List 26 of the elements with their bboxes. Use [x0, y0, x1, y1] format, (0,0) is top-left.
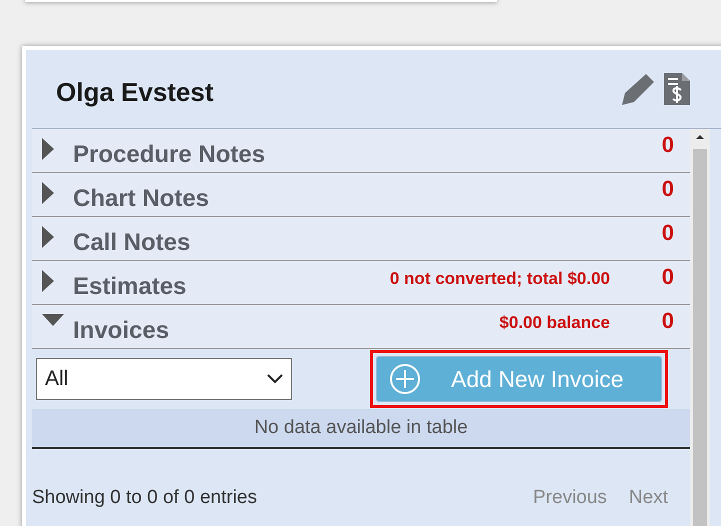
empty-table-message: No data available in table: [32, 409, 690, 449]
section-summary: 0 not converted; total $0.00: [390, 269, 610, 289]
section-summary: $0.00 balance: [499, 313, 610, 333]
caret-right-icon: [42, 182, 56, 204]
section-header[interactable]: Call Notes 0: [32, 217, 690, 261]
chevron-down-icon: [267, 374, 283, 384]
section-count: 0: [662, 176, 674, 202]
section-header[interactable]: Estimates 0 not converted; total $0.00 0: [32, 261, 690, 305]
plus-circle-icon: [389, 363, 421, 395]
section-count: 0: [662, 264, 674, 290]
caret-down-icon: [42, 314, 64, 328]
patient-name: Olga Evstest: [56, 76, 215, 108]
scrollbar[interactable]: [690, 129, 710, 526]
section-count: 0: [662, 132, 674, 158]
pencil-icon[interactable]: [620, 72, 656, 106]
invoice-icon[interactable]: [662, 71, 692, 107]
table-info: Showing 0 to 0 of 0 entries: [32, 487, 258, 509]
section-header[interactable]: Chart Notes 0: [32, 173, 690, 217]
section-header[interactable]: Invoices $0.00 balance 0: [32, 305, 690, 349]
caret-right-icon: [42, 138, 56, 160]
caret-right-icon: [42, 270, 56, 292]
section-count: 0: [662, 220, 674, 246]
section-count: 0: [662, 308, 674, 334]
caret-right-icon: [42, 226, 56, 248]
filter-select[interactable]: All: [36, 358, 292, 400]
section-header[interactable]: Procedure Notes 0: [32, 129, 690, 173]
